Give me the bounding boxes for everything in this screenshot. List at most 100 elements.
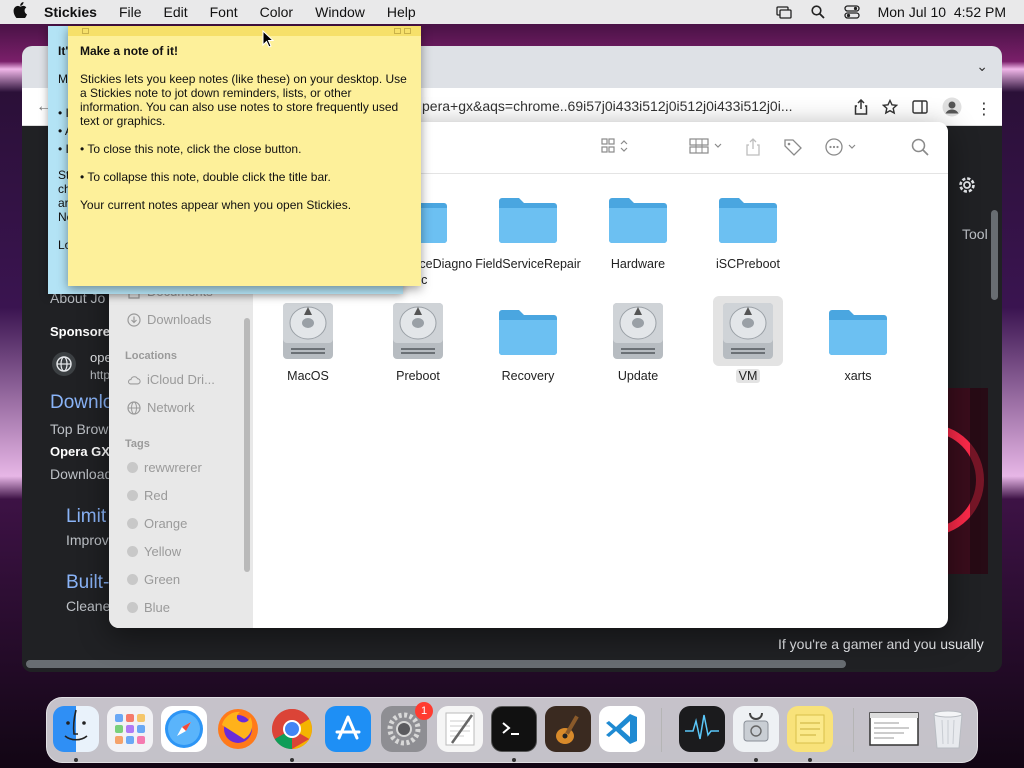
vscode-icon[interactable] (599, 706, 645, 752)
item-label: xarts (844, 369, 872, 383)
tag-dot-icon (127, 602, 138, 613)
folder-item-xarts[interactable]: xarts (803, 296, 913, 384)
tag-dot-icon (127, 490, 138, 501)
note-title: Make a note of it! (80, 44, 179, 58)
folder-icon (823, 296, 893, 366)
share-icon[interactable] (854, 98, 868, 118)
close-icon[interactable] (82, 28, 89, 34)
download-heading-link[interactable]: Downlo (50, 392, 113, 414)
menu-edit[interactable]: Edit (153, 4, 199, 20)
side-panel-icon[interactable] (912, 100, 928, 117)
menu-color[interactable]: Color (249, 4, 304, 20)
sidebar-tag-rewwrerer[interactable]: rewwrerer (127, 460, 202, 475)
item-label: Hardware (610, 257, 666, 271)
folder-item-iscpreboot[interactable]: iSCPreboot (693, 184, 803, 272)
settings-gear-icon[interactable] (956, 174, 978, 199)
safari-icon[interactable] (161, 706, 207, 752)
tab-search-chevron-icon[interactable]: ⌄ (976, 58, 988, 75)
terminal-icon[interactable] (491, 706, 537, 752)
note-body[interactable]: Make a note of it! Stickies lets you kee… (68, 36, 421, 212)
collapse-icon[interactable] (404, 28, 411, 34)
trash-icon[interactable] (925, 706, 971, 752)
menu-file[interactable]: File (108, 4, 153, 20)
item-label: Preboot (396, 369, 440, 383)
bookmark-star-icon[interactable] (881, 98, 899, 118)
firefox-icon[interactable] (215, 706, 261, 752)
note-paragraph: Stickies lets you keep notes (like these… (80, 72, 407, 128)
app-store-icon[interactable] (325, 706, 371, 752)
sidebar-item-label: Yellow (144, 544, 182, 559)
disk-item-preboot[interactable]: Preboot (363, 296, 473, 384)
more-actions-icon[interactable] (825, 138, 861, 156)
tag-dot-icon (127, 574, 138, 585)
sidebar-item-downloads[interactable]: Downloads (127, 312, 211, 327)
sidebar-scrollbar[interactable] (244, 318, 250, 572)
note-blue-title: It' (58, 44, 69, 58)
browser-menu-icon[interactable]: ⋮ (976, 99, 992, 119)
control-center-icon[interactable] (843, 5, 860, 19)
menu-app-name[interactable]: Stickies (40, 4, 108, 20)
built-heading-link[interactable]: Built- (66, 572, 109, 594)
recent-window-thumbnail-icon[interactable] (867, 706, 921, 752)
view-grid-icon[interactable] (601, 138, 629, 154)
cleaner-text: Cleane (66, 598, 111, 614)
menu-help[interactable]: Help (376, 4, 427, 20)
group-by-icon[interactable] (689, 138, 725, 154)
disk-item-vm[interactable]: VM (693, 296, 803, 384)
sidebar-tag-yellow[interactable]: Yellow (127, 544, 181, 559)
sidebar-item-icloud[interactable]: iCloud Dri... (127, 372, 215, 387)
garageband-icon[interactable] (545, 706, 591, 752)
disk-item-update[interactable]: Update (583, 296, 693, 384)
disk-utility-icon[interactable] (733, 706, 779, 752)
note-title-bar[interactable] (68, 26, 421, 36)
search-icon[interactable] (911, 138, 929, 156)
item-label: Recovery (501, 369, 555, 383)
disk-item-macos[interactable]: MacOS (253, 296, 363, 384)
spotlight-search-icon[interactable] (810, 5, 826, 19)
note-blue-text: M (58, 72, 68, 86)
activity-monitor-icon[interactable] (679, 706, 725, 752)
network-globe-icon (127, 400, 141, 415)
profile-avatar-icon[interactable] (942, 97, 962, 120)
sidebar-item-network[interactable]: Network (127, 400, 195, 415)
limit-heading-link[interactable]: Limit (66, 506, 106, 528)
note-paragraph: • To close this note, click the close bu… (80, 142, 302, 156)
sidebar-tag-blue[interactable]: Blue (127, 600, 170, 615)
top-browser-text: Top Brow (50, 421, 109, 437)
apple-menu-icon[interactable] (0, 2, 40, 22)
sidebar-section-tags: Tags (125, 438, 150, 450)
menu-font[interactable]: Font (199, 4, 249, 20)
textedit-icon[interactable] (437, 706, 483, 752)
sidebar-tag-orange[interactable]: Orange (127, 516, 187, 531)
disk-icon (713, 296, 783, 366)
running-indicator (74, 758, 78, 762)
share-icon[interactable] (745, 138, 761, 156)
sidebar-tag-green[interactable]: Green (127, 572, 180, 587)
item-label: iSCPreboot (716, 257, 780, 271)
tools-tab[interactable]: Tool (962, 226, 988, 242)
notification-badge: 1 (415, 702, 433, 720)
launchpad-icon[interactable] (107, 706, 153, 752)
folder-item-recovery[interactable]: Recovery (473, 296, 583, 384)
running-indicator (808, 758, 812, 762)
address-bar[interactable]: pera+gx&aqs=chrome..69i57j0i433i512j0i51… (422, 98, 832, 118)
running-indicator (754, 758, 758, 762)
browser-vertical-scrollbar[interactable] (991, 210, 998, 300)
zoom-icon[interactable] (394, 28, 401, 34)
chrome-icon[interactable] (269, 706, 315, 752)
sidebar-item-label: Green (144, 572, 181, 587)
browser-horizontal-scrollbar[interactable] (26, 660, 846, 668)
screen-mirroring-icon[interactable] (775, 5, 792, 19)
sidebar-item-label: Downloads (147, 312, 212, 327)
sticky-note-yellow[interactable]: Make a note of it! Stickies lets you kee… (68, 26, 421, 286)
folder-item-fieldservicerepair[interactable]: FieldServiceRepair (473, 184, 583, 272)
tag-icon[interactable] (783, 138, 803, 156)
menu-window[interactable]: Window (304, 4, 376, 20)
dock: 1 (46, 697, 978, 763)
menu-clock[interactable]: Mon Jul 10 4:52 PM (878, 4, 1006, 20)
finder-icon[interactable] (53, 706, 99, 752)
menu-bar: Stickies File Edit Font Color Window Hel… (0, 0, 1024, 24)
folder-item-hardware[interactable]: Hardware (583, 184, 693, 272)
stickies-icon[interactable] (787, 706, 833, 752)
sidebar-tag-red[interactable]: Red (127, 488, 168, 503)
